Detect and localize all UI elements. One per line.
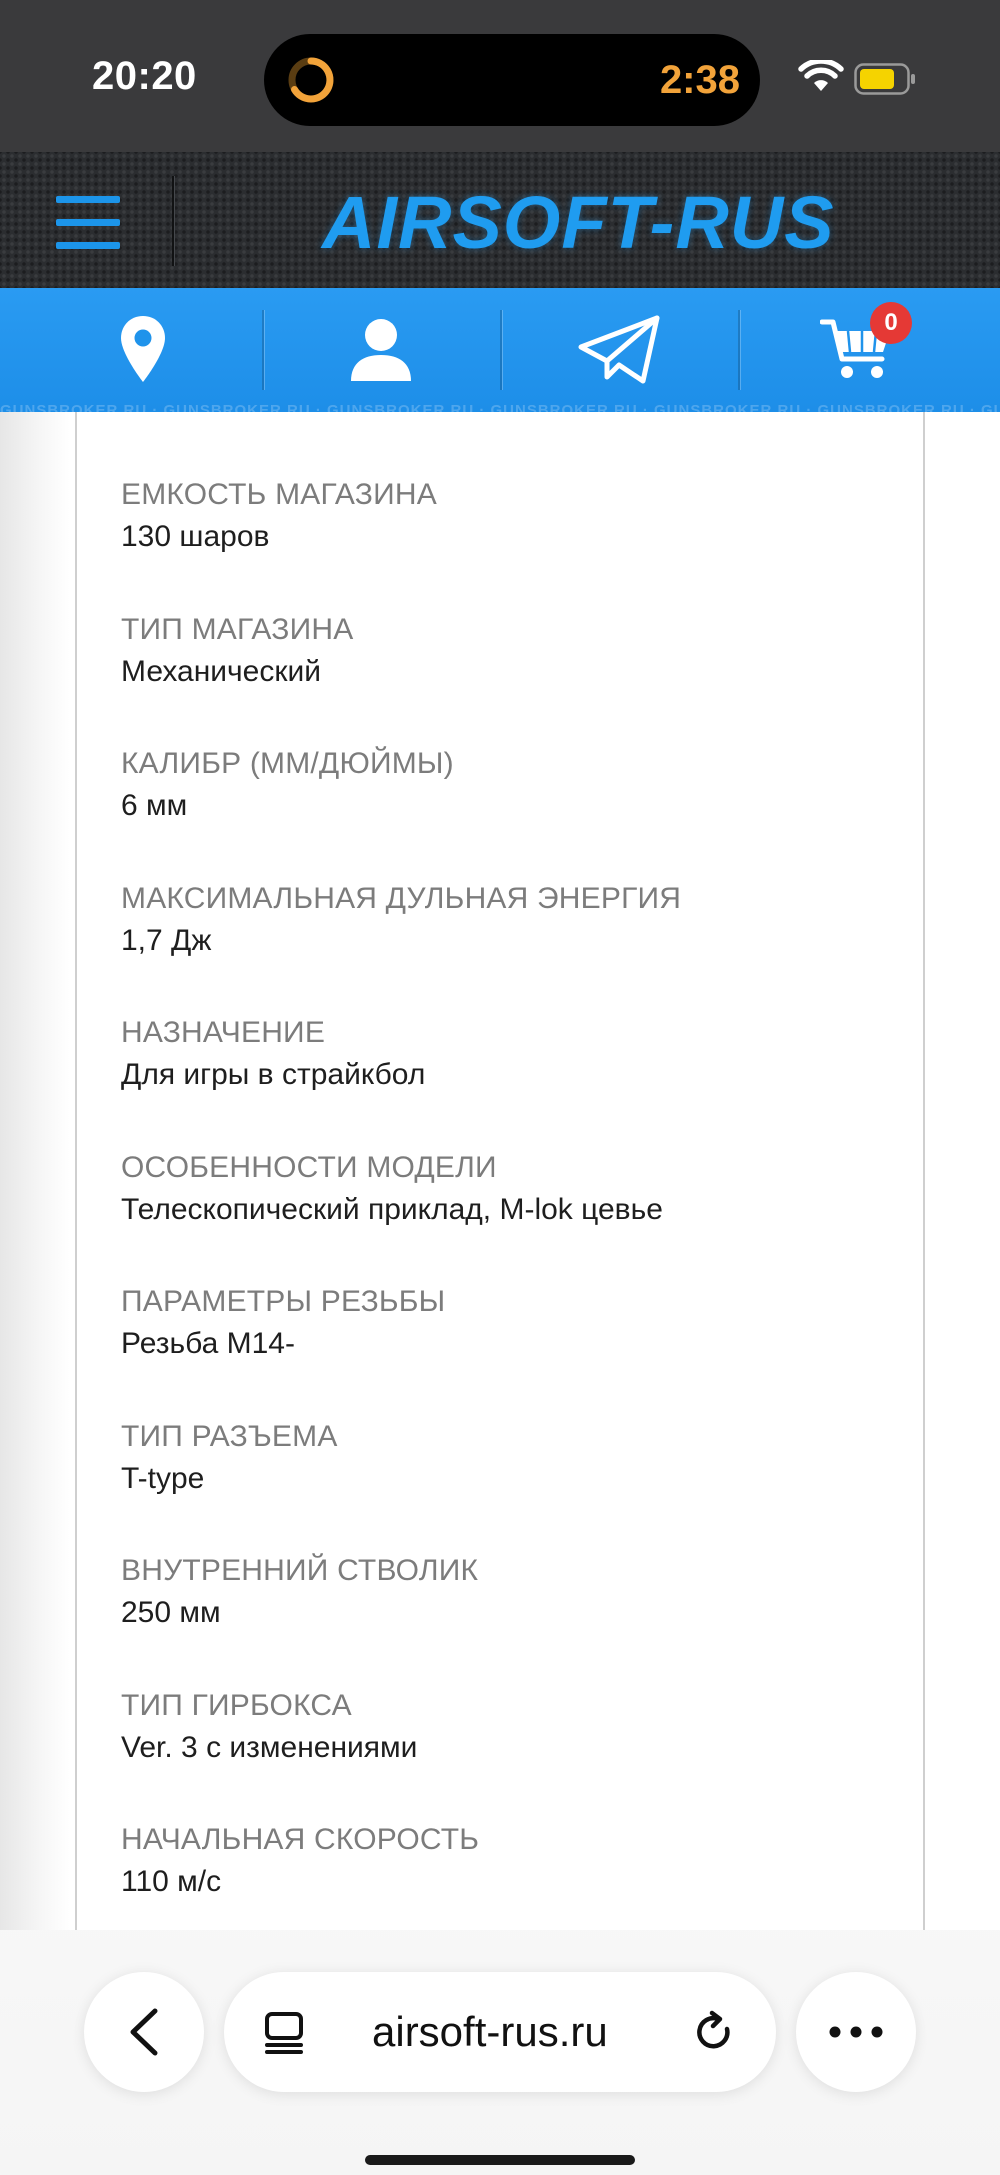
more-button[interactable] [796,1972,916,2092]
spec-item: ТИП ГИРБОКСА Ver. 3 с изменениями [121,1685,901,1820]
more-icon [829,2026,883,2038]
island-timer: 2:38 [659,58,740,102]
status-time: 20:20 [92,54,197,98]
spec-item: НАЗНАЧЕНИЕ Для игры в страйкбол [121,1012,901,1147]
spec-label: ТИП МАГАЗИНА [121,612,354,646]
wifi-icon [798,60,844,91]
dynamic-island[interactable]: 2:38 [264,34,760,126]
spec-value: T-type [121,1461,205,1495]
site-logo[interactable]: AIRSOFT-RUS [322,180,835,265]
spec-item: ОСОБЕННОСТИ МОДЕЛИ Телескопический прикл… [121,1147,901,1282]
spec-value: Для игры в страйкбол [121,1058,426,1091]
spec-value: 110 м/с [121,1865,222,1898]
spec-value: 1,7 Дж [121,923,212,957]
location-button[interactable] [24,288,262,412]
spec-label: ТИП ГИРБОКСА [121,1688,352,1722]
url-text[interactable]: airsoft-rus.ru [372,2008,608,2056]
tabs-icon[interactable] [262,2010,306,2054]
spec-value: 6 мм [121,789,188,822]
spec-value: 130 шаров [121,520,270,553]
header-divider [172,176,174,266]
spec-item: МАКСИМАЛЬНАЯ ДУЛЬНАЯ ЭНЕРГИЯ 1,7 Дж [121,878,901,1013]
back-button[interactable] [84,1972,204,2092]
user-icon [351,319,411,381]
spec-label: ВНУТРЕННИЙ СТВОЛИК [121,1554,479,1587]
action-bar [0,288,1000,412]
status-bar: 20:20 2:38 [0,0,1000,152]
site-header: AIRSOFT-RUS [0,152,1000,288]
spec-value: Телескопический приклад, M-lok цевье [121,1192,663,1226]
battery-icon [854,63,915,95]
back-chevron-icon [130,2008,158,2056]
spec-item: ТИП МАГАЗИНА Механический [121,609,901,744]
spec-label: ОСОБЕННОСТИ МОДЕЛИ [121,1150,497,1184]
specs-list: ЕМКОСТЬ МАГАЗИНА 130 шаров ТИП МАГАЗИНА … [121,474,901,1954]
spec-item: ПАРАМЕТРЫ РЕЗЬБЫ Резьба М14- [121,1281,901,1416]
spec-value: Резьба М14- [121,1327,295,1360]
spec-label: ТИП РАЗЪЕМА [121,1419,338,1453]
activity-ring-icon [288,57,334,103]
spec-label: КАЛИБР (ММ/ДЮЙМЫ) [121,747,454,780]
spec-label: МАКСИМАЛЬНАЯ ДУЛЬНАЯ ЭНЕРГИЯ [121,881,682,915]
telegram-icon [578,315,660,384]
map-pin-icon [121,316,165,382]
cart-count-badge: 0 [870,302,912,344]
spec-label: НАЗНАЧЕНИЕ [121,1016,326,1049]
spec-item: ЕМКОСТЬ МАГАЗИНА 130 шаров [121,474,901,609]
spec-label: ЕМКОСТЬ МАГАЗИНА [121,478,437,511]
spec-item: ТИП РАЗЪЕМА T-type [121,1416,901,1551]
address-bar[interactable]: airsoft-rus.ru [224,1972,776,2092]
spec-item: ВНУТРЕННИЙ СТВОЛИК 250 мм [121,1550,901,1685]
spec-value: 250 мм [121,1596,221,1629]
home-indicator[interactable] [365,2155,635,2165]
spec-label: ПАРАМЕТРЫ РЕЗЬБЫ [121,1285,446,1318]
reload-icon[interactable] [690,2008,738,2056]
cart-button[interactable] [738,288,976,412]
hamburger-menu-icon[interactable] [56,196,124,250]
spec-item: КАЛИБР (ММ/ДЮЙМЫ) 6 мм [121,743,901,878]
account-button[interactable] [262,288,500,412]
spec-value: Ver. 3 с изменениями [121,1730,418,1764]
spec-value: Механический [121,654,321,688]
spec-label: НАЧАЛЬНАЯ СКОРОСТЬ [121,1823,480,1856]
telegram-button[interactable] [500,288,738,412]
